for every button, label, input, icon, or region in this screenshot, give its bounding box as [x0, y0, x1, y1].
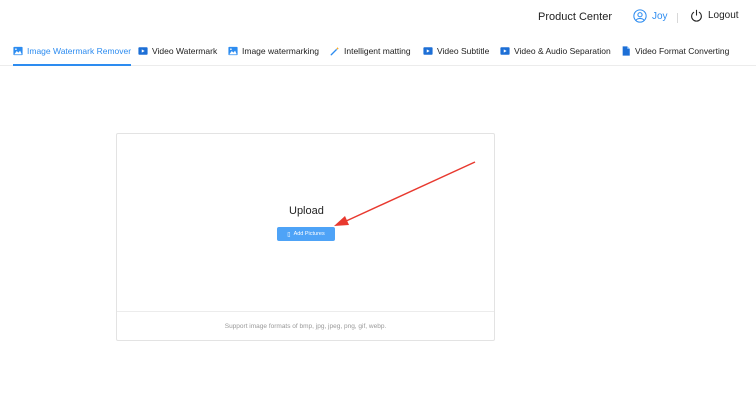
video-icon	[138, 47, 148, 55]
user-icon	[633, 9, 647, 23]
image-icon	[13, 46, 23, 56]
plus-icon: ▯	[287, 231, 291, 238]
tool-tabs: Image Watermark Remover Video Watermark …	[0, 38, 756, 66]
user-name: Joy	[652, 10, 668, 22]
logout-button[interactable]: Logout	[690, 9, 739, 22]
upload-title: Upload	[289, 205, 324, 217]
tab-video-format-converting[interactable]: Video Format Converting	[621, 38, 729, 66]
power-icon	[691, 9, 702, 22]
tab-image-watermarking[interactable]: Image watermarking	[228, 38, 319, 66]
user-menu[interactable]: Joy	[633, 9, 668, 23]
top-bar: Product Center Joy Logout	[0, 0, 756, 36]
magic-wand-icon	[330, 46, 340, 56]
file-icon	[622, 46, 630, 56]
tab-video-watermark[interactable]: Video Watermark	[138, 38, 217, 66]
tab-label: Image watermarking	[242, 46, 320, 56]
tab-label: Image Watermark Remover	[27, 46, 132, 56]
video-icon	[500, 47, 510, 55]
add-pictures-button[interactable]: ▯ Add Pictures	[277, 227, 335, 241]
tab-image-watermark-remover[interactable]: Image Watermark Remover	[13, 38, 132, 66]
video-icon	[423, 47, 433, 55]
add-pictures-label: Add Pictures	[293, 231, 325, 237]
supported-formats-note: Support image formats of bmp, jpg, jpeg,…	[117, 311, 494, 340]
tab-label: Video Subtitle	[437, 46, 490, 56]
product-center-link[interactable]: Product Center	[538, 11, 612, 23]
image-icon	[228, 46, 238, 56]
tab-label: Video Watermark	[152, 46, 218, 56]
header-divider	[677, 13, 678, 23]
supported-formats-text: Support image formats of bmp, jpg, jpeg,…	[224, 322, 387, 330]
logout-label: Logout	[708, 10, 739, 21]
tab-video-subtitle[interactable]: Video Subtitle	[423, 38, 489, 66]
tab-label: Video & Audio Separation	[514, 46, 611, 56]
upload-card: Upload ▯ Add Pictures Support image form…	[116, 133, 495, 341]
tab-intelligent-matting[interactable]: Intelligent matting	[330, 38, 411, 66]
tab-label: Intelligent matting	[344, 46, 411, 56]
tab-label: Video Format Converting	[635, 46, 730, 56]
tab-video-audio-separation[interactable]: Video & Audio Separation	[500, 38, 611, 66]
